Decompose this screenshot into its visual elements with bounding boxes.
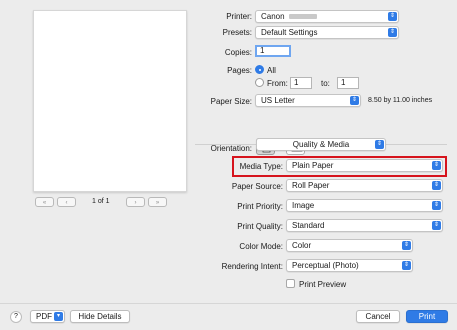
pdf-menu-button[interactable]: PDF ▾ [30,310,65,323]
color-mode-label: Color Mode: [239,242,283,251]
pages-all-label: All [267,66,276,75]
pages-to-input[interactable]: 1 [337,77,359,89]
rendering-intent-label: Rendering Intent: [221,262,283,271]
presets-value: Default Settings [261,28,318,37]
print-quality-value: Standard [292,221,325,230]
rendering-intent-popup[interactable]: Perceptual (Photo) ⇕ [286,259,413,272]
print-quality-label: Print Quality: [237,222,283,231]
section-menu-popup[interactable]: Quality & Media ⇕ [256,138,386,151]
presets-label: Presets: [222,28,252,37]
previous-page-button[interactable]: ‹ [57,197,76,207]
chevron-updown-icon: ⇕ [375,140,384,149]
chevron-updown-icon: ⇕ [432,161,441,170]
printer-name-redacted [289,14,317,19]
hide-details-button[interactable]: Hide Details [70,310,130,323]
rendering-intent-value: Perceptual (Photo) [292,261,359,270]
page-counter: 1 of 1 [92,198,110,205]
media-type-label: Media Type: [239,162,283,171]
paper-source-value: Roll Paper [292,181,330,190]
chevron-updown-icon: ⇕ [388,28,397,37]
chevron-updown-icon: ⇕ [432,221,441,230]
presets-popup[interactable]: Default Settings ⇕ [255,26,399,39]
paper-source-popup[interactable]: Roll Paper ⇕ [286,179,443,192]
pages-to-label: to: [321,79,330,88]
pdf-label: PDF [36,312,52,321]
chevron-down-icon: ▾ [54,312,63,321]
paper-size-label: Paper Size: [210,97,252,106]
chevron-updown-icon: ⇕ [350,96,359,105]
copies-input[interactable]: 1 [255,45,291,57]
chevron-updown-icon: ⇕ [402,241,411,250]
help-button[interactable]: ? [10,311,22,323]
chevron-updown-icon: ⇕ [432,201,441,210]
cancel-button[interactable]: Cancel [356,310,400,323]
pages-from-label: From: [267,79,288,88]
pages-from-radio[interactable] [255,78,264,87]
help-icon: ? [14,313,18,320]
footer-divider [0,303,457,304]
orientation-label: Orientation: [210,144,252,153]
paper-dimensions: 8.50 by 11.00 inches [368,97,433,104]
chevron-updown-icon: ⇕ [388,12,397,21]
print-priority-popup[interactable]: Image ⇕ [286,199,443,212]
print-quality-popup[interactable]: Standard ⇕ [286,219,443,232]
color-mode-popup[interactable]: Color ⇕ [286,239,413,252]
printer-popup[interactable]: Canon ⇕ [255,10,399,23]
chevron-updown-icon: ⇕ [402,261,411,270]
print-priority-value: Image [292,201,315,210]
printer-value: Canon [261,12,285,21]
last-page-button[interactable]: » [148,197,167,207]
section-menu-value: Quality & Media [292,140,350,149]
paper-size-popup[interactable]: US Letter ⇕ [255,94,361,107]
paper-size-value: US Letter [261,96,295,105]
paper-source-label: Paper Source: [231,182,283,191]
first-page-button[interactable]: « [35,197,54,207]
chevron-updown-icon: ⇕ [432,181,441,190]
media-type-popup[interactable]: Plain Paper ⇕ [286,159,443,172]
next-page-button[interactable]: › [126,197,145,207]
print-preview-label: Print Preview [299,280,347,289]
color-mode-value: Color [292,241,312,250]
print-priority-label: Print Priority: [237,202,283,211]
printer-label: Printer: [226,12,252,21]
print-button[interactable]: Print [406,310,448,323]
copies-label: Copies: [224,48,252,57]
print-preview-checkbox[interactable] [286,279,295,288]
pages-all-radio[interactable] [255,65,264,74]
media-type-value: Plain Paper [292,161,334,170]
pages-from-input[interactable]: 1 [290,77,312,89]
pages-label: Pages: [227,66,252,75]
page-preview [33,10,187,192]
